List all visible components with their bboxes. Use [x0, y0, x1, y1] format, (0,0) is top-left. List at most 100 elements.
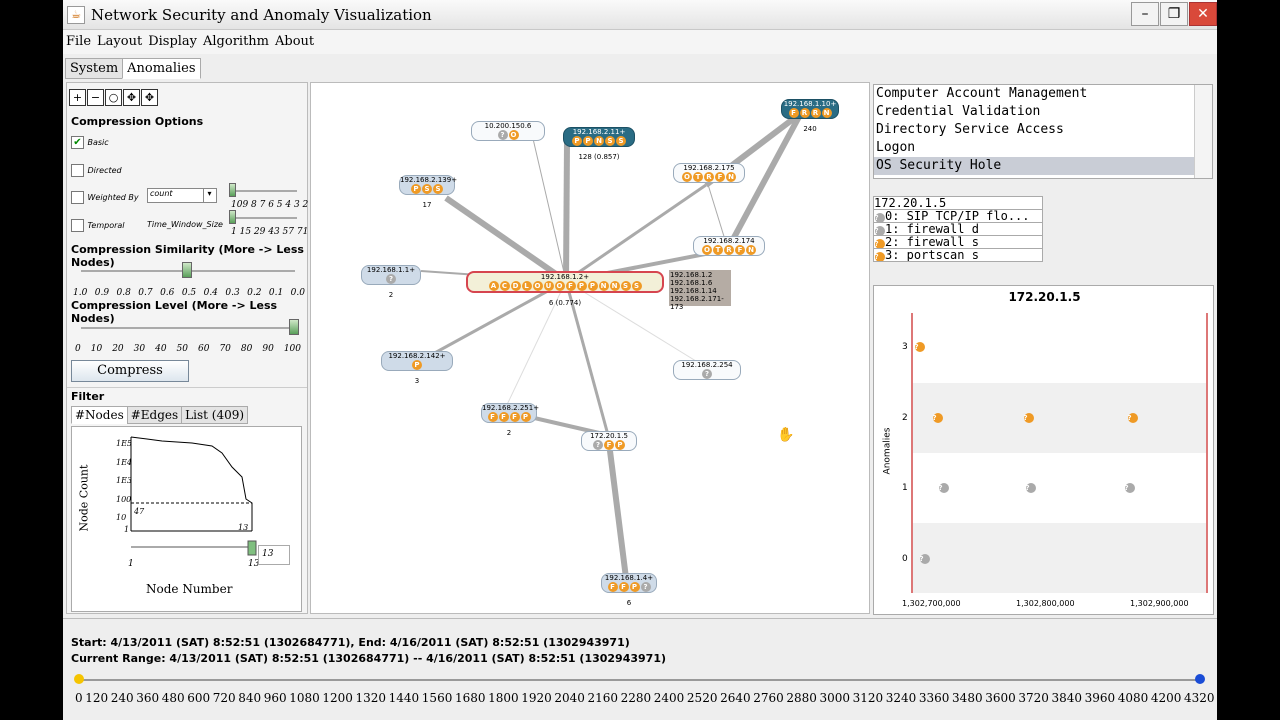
level-tick: 80: [240, 344, 253, 354]
anomaly-scatter: 172.20.1.5 Anomalies 3 2 1 0 ? ? ? ? ? ?…: [873, 285, 1214, 615]
compress-button[interactable]: Compress: [71, 360, 189, 382]
timeline-slider[interactable]: [79, 679, 1201, 681]
list-item[interactable]: Logon: [874, 139, 1212, 157]
node-label: 192.168.1.2+: [540, 273, 590, 281]
timeline-tick: 3240: [885, 691, 917, 705]
graph-node[interactable]: 192.168.2.251+ F F F P: [481, 403, 539, 423]
anomaly-badge-icon: O: [532, 281, 543, 291]
level-tick: 30: [133, 344, 146, 354]
title-bar: ☕ Network Security and Anomaly Visualiza…: [63, 0, 1217, 30]
graph-node[interactable]: 192.168.2.175 O T R F N: [673, 163, 745, 183]
xtick: 1,302,900,000: [1130, 599, 1189, 608]
zoom-toolbar: + − ○ ✥ ✥: [69, 89, 159, 106]
weighted-slider[interactable]: [231, 190, 297, 192]
filter-tabs: #Nodes #Edges List (409): [71, 406, 249, 424]
graph-node[interactable]: 192.168.1.10+ F R R N: [781, 99, 839, 119]
directed-checkbox[interactable]: [71, 163, 84, 177]
graph-node[interactable]: 192.168.2.174 O T R F N: [693, 236, 765, 256]
timeline-tick: 3480: [952, 691, 983, 705]
anomaly-badge-icon: P: [615, 440, 625, 450]
graph-node[interactable]: 192.168.1.4+ F F P?: [601, 573, 657, 593]
weighted-slider-thumb[interactable]: [229, 183, 236, 197]
weighted-select[interactable]: count ▾: [147, 188, 217, 203]
timeline-tick: 1200: [322, 691, 353, 705]
scatter-point: ?: [1025, 483, 1036, 493]
graph-node[interactable]: 192.168.1.2+ A C D L O U O F P P N N S S: [466, 271, 664, 293]
tab-system[interactable]: System: [65, 58, 124, 79]
tab-list[interactable]: List (409): [181, 406, 249, 424]
anomaly-list[interactable]: Computer Account Management Credential V…: [873, 84, 1213, 179]
timeline-tick: 1680: [454, 691, 486, 705]
graph-node[interactable]: 192.168.2.254?: [673, 360, 741, 380]
zoom-in-icon[interactable]: +: [69, 89, 86, 106]
temporal-checkbox[interactable]: [71, 218, 84, 232]
maximize-button[interactable]: ❐: [1160, 2, 1188, 26]
list-item-selected[interactable]: OS Security Hole: [874, 157, 1212, 175]
anomaly-badge-icon: ?: [593, 440, 603, 450]
pan-icon[interactable]: ✥: [123, 89, 140, 106]
node-number-field[interactable]: 13: [258, 545, 290, 565]
time-window-thumb[interactable]: [229, 210, 236, 224]
network-graph[interactable]: 10.200.150.6? O 192.168.2.11+ P P N S S 128 (0.8…: [310, 82, 870, 614]
menu-about[interactable]: About: [272, 30, 317, 53]
timeline-tick: 4200: [1150, 691, 1182, 705]
menu-algorithm[interactable]: Algorithm: [200, 30, 272, 53]
close-button[interactable]: ✕: [1189, 2, 1217, 26]
menu-file[interactable]: File: [63, 30, 94, 53]
graph-node[interactable]: 192.168.2.11+ P P N S S: [563, 127, 635, 147]
node-count-xlabel: Node Number: [146, 582, 233, 596]
level-slider[interactable]: [81, 327, 295, 329]
list-item[interactable]: Directory Service Access: [874, 121, 1212, 139]
similarity-tick: 0.4: [203, 288, 218, 298]
edge: [563, 142, 570, 282]
range-end-handle[interactable]: [1195, 674, 1205, 684]
tab-anomalies[interactable]: Anomalies: [122, 58, 201, 79]
graph-node[interactable]: 10.200.150.6? O: [471, 121, 545, 141]
timeline-tick: 960: [263, 691, 287, 705]
anomaly-badge-icon: O: [682, 172, 692, 182]
list-item[interactable]: ? 3: portscan s: [874, 249, 1042, 262]
anomaly-badge-icon: P: [629, 582, 640, 592]
ytick: 1: [902, 483, 908, 493]
list-item[interactable]: Credential Validation: [874, 103, 1212, 121]
timeline-panel: Start: 4/13/2011 (SAT) 8:52:51 (13026847…: [63, 618, 1217, 720]
anomaly-badge-icon: P: [587, 281, 598, 291]
minimize-button[interactable]: –: [1131, 2, 1159, 26]
timeline-tick: 3360: [918, 691, 950, 705]
list-item[interactable]: ? 2: firewall s: [874, 236, 1042, 249]
similarity-slider-thumb[interactable]: [182, 262, 192, 278]
ytick: 0: [902, 554, 908, 564]
graph-node[interactable]: 172.20.1.5? F P: [581, 431, 637, 451]
timeline-tick: 3000: [819, 691, 851, 705]
level-slider-thumb[interactable]: [289, 319, 299, 335]
time-window-slider[interactable]: [231, 217, 297, 219]
tab-nodes[interactable]: #Nodes: [71, 406, 128, 424]
scatter-point: ?: [914, 342, 925, 352]
basic-checkbox[interactable]: ✔: [71, 135, 84, 149]
scatter-ylabel: Anomalies: [882, 427, 893, 475]
weighted-checkbox[interactable]: [71, 190, 84, 204]
time-window-ticks: 1 15 29 43 57 71: [231, 227, 309, 237]
graph-node[interactable]: 192.168.2.139+ P S S: [399, 175, 457, 195]
timeline-tick: 2040: [554, 691, 585, 705]
graph-node[interactable]: 192.168.2.142+ P: [381, 351, 453, 371]
list-item[interactable]: ? 0: SIP TCP/IP flo...: [874, 210, 1042, 223]
timeline-tick: 1320: [355, 691, 387, 705]
graph-node[interactable]: 192.168.1.1+?: [361, 265, 421, 285]
zoom-out-icon[interactable]: −: [87, 89, 104, 106]
menu-display[interactable]: Display: [145, 30, 200, 53]
zoom-fit-icon[interactable]: ○: [105, 89, 122, 106]
hand-cursor-icon: ✋: [777, 427, 795, 443]
tab-edges[interactable]: #Edges: [126, 406, 183, 424]
edge: [605, 434, 629, 579]
list-item[interactable]: ? 1: firewall d: [874, 223, 1042, 236]
range-start-handle[interactable]: [74, 674, 84, 684]
tooltip-line: 192.168.1.6: [670, 279, 713, 287]
list-item[interactable]: Computer Account Management: [874, 85, 1212, 103]
node-sublabel: 17: [422, 201, 432, 209]
anomaly-badge-icon: N: [609, 281, 620, 291]
ytick-1e3: 1E3: [116, 476, 133, 485]
menu-layout[interactable]: Layout: [94, 30, 145, 53]
move-icon[interactable]: ✥: [141, 89, 158, 106]
list-scrollbar[interactable]: [1194, 85, 1212, 178]
